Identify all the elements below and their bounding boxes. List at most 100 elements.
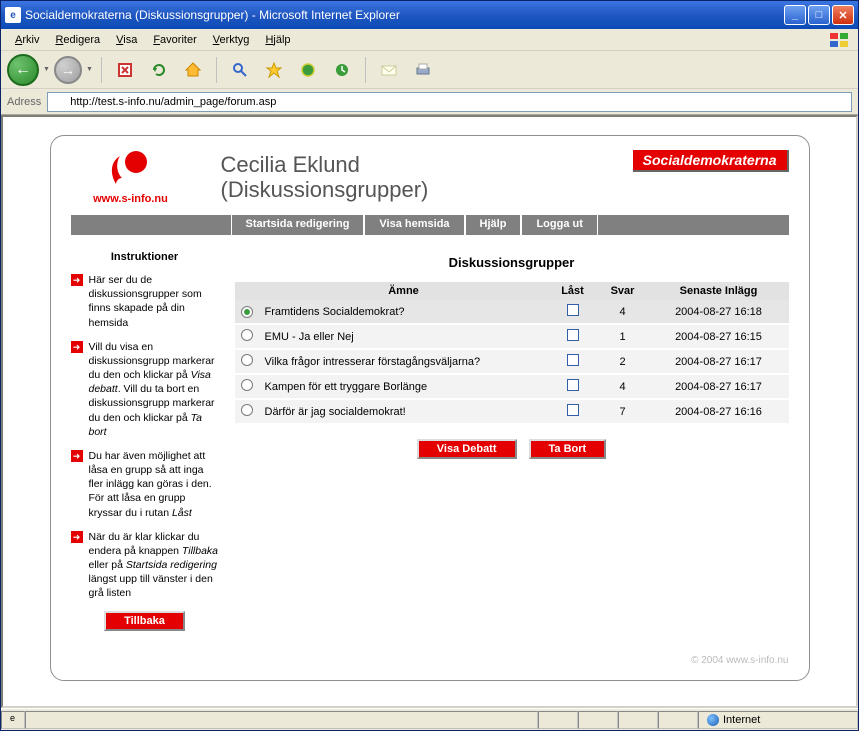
col-latest: Senaste Inlägg (649, 282, 789, 300)
row-locked-checkbox[interactable] (567, 404, 579, 416)
instruction-text: Du har även möjlighet att låsa en grupp … (89, 449, 219, 520)
zone-label: Internet (723, 714, 760, 726)
page-title-line1: Cecilia Eklund (221, 152, 429, 177)
favorites-button[interactable] (259, 55, 289, 85)
statusbar: e Internet (1, 708, 858, 730)
mail-button[interactable] (374, 55, 404, 85)
arrow-icon: ➜ (71, 450, 83, 462)
address-input[interactable] (47, 92, 852, 112)
delete-button[interactable]: Ta Bort (529, 439, 607, 459)
page-title: Cecilia Eklund (Diskussionsgrupper) (221, 152, 429, 203)
windows-flag-icon (828, 31, 852, 49)
row-topic[interactable]: EMU - Ja eller Nej (259, 324, 549, 349)
row-radio[interactable] (241, 354, 253, 366)
window-title: Socialdemokraterna (Diskussionsgrupper) … (25, 8, 784, 22)
search-button[interactable] (225, 55, 255, 85)
row-radio[interactable] (241, 379, 253, 391)
globe-icon (707, 714, 719, 726)
table-row: Vilka frågor intresserar förstagångsvälj… (235, 349, 789, 374)
instruction-text: Vill du visa en diskussionsgrupp markera… (89, 340, 219, 439)
row-latest: 2004-08-27 16:17 (649, 349, 789, 374)
forward-button[interactable]: → (54, 56, 82, 84)
page-card: Socialdemokraterna www.s-info.nu Cecilia… (50, 135, 810, 681)
nav-visa-hemsida[interactable]: Visa hemsida (364, 215, 464, 235)
col-locked: Låst (549, 282, 597, 300)
minimize-button[interactable]: _ (784, 5, 806, 25)
page-title-line2: (Diskussionsgrupper) (221, 177, 429, 202)
arrow-icon: ➜ (71, 531, 83, 543)
row-replies: 4 (597, 300, 649, 324)
back-button[interactable]: ← (7, 54, 39, 86)
forum-table: Ämne Låst Svar Senaste Inlägg Framtidens… (235, 282, 789, 425)
instruction-item: ➜ När du är klar klickar du endera på kna… (71, 530, 219, 601)
row-topic[interactable]: Kampen för ett tryggare Borlänge (259, 374, 549, 399)
separator (101, 57, 102, 83)
arrow-icon: ➜ (71, 341, 83, 353)
content-viewport: Socialdemokraterna www.s-info.nu Cecilia… (1, 115, 858, 708)
row-topic[interactable]: Därför är jag socialdemokrat! (259, 399, 549, 424)
site-url: www.s-info.nu (71, 193, 191, 205)
row-topic[interactable]: Framtidens Socialdemokrat? (259, 300, 549, 324)
row-latest: 2004-08-27 16:17 (649, 374, 789, 399)
menu-arkiv[interactable]: Arkiv (7, 32, 47, 48)
separator (216, 57, 217, 83)
forward-dropdown-icon[interactable]: ▼ (86, 66, 93, 73)
stop-button[interactable] (110, 55, 140, 85)
arrow-icon: ➜ (71, 274, 83, 286)
row-locked-checkbox[interactable] (567, 304, 579, 316)
table-row: Framtidens Socialdemokrat?42004-08-27 16… (235, 300, 789, 324)
table-row: Därför är jag socialdemokrat! 72004-08-27… (235, 399, 789, 424)
nav-logga-ut[interactable]: Logga ut (521, 215, 597, 235)
view-debate-button[interactable]: Visa Debatt (417, 439, 517, 459)
instruction-text: Här ser du de diskussionsgrupper som fin… (89, 273, 219, 330)
menubar: ArkivRedigeraVisaFavoriterVerktygHjälp (1, 29, 858, 51)
menu-verktyg[interactable]: Verktyg (205, 32, 258, 48)
nav-hjälp[interactable]: Hjälp (465, 215, 522, 235)
history-button[interactable] (327, 55, 357, 85)
ie-icon: e (5, 7, 21, 23)
main-panel: Diskussionsgrupper Ämne Låst Svar Senast… (231, 243, 789, 631)
page-footer: © 2004 www.s-info.nu (71, 655, 789, 666)
menu-hjälp[interactable]: Hjälp (257, 32, 298, 48)
row-replies: 7 (597, 399, 649, 424)
row-replies: 4 (597, 374, 649, 399)
rose-logo-icon (106, 148, 156, 192)
instruction-item: ➜ Här ser du de diskussionsgrupper som fi… (71, 273, 219, 330)
row-radio[interactable] (241, 329, 253, 341)
main-heading: Diskussionsgrupper (235, 255, 789, 270)
refresh-button[interactable] (144, 55, 174, 85)
table-row: EMU - Ja eller Nej12004-08-27 16:15 (235, 324, 789, 349)
table-row: Kampen för ett tryggare Borlänge 42004-08… (235, 374, 789, 399)
nav-startsida-redigering[interactable]: Startsida redigering (231, 215, 365, 235)
menu-favoriter[interactable]: Favoriter (145, 32, 204, 48)
print-button[interactable] (408, 55, 438, 85)
maximize-button[interactable]: □ (808, 5, 830, 25)
menu-visa[interactable]: Visa (108, 32, 145, 48)
row-radio[interactable] (241, 306, 253, 318)
col-replies: Svar (597, 282, 649, 300)
row-locked-checkbox[interactable] (567, 329, 579, 341)
titlebar: e Socialdemokraterna (Diskussionsgrupper… (1, 1, 858, 29)
close-button[interactable]: ✕ (832, 5, 854, 25)
media-button[interactable] (293, 55, 323, 85)
brand-badge: Socialdemokraterna (633, 150, 789, 172)
row-replies: 2 (597, 349, 649, 374)
row-latest: 2004-08-27 16:16 (649, 399, 789, 424)
menu-redigera[interactable]: Redigera (47, 32, 108, 48)
toolbar: ← ▼ → ▼ (1, 51, 858, 89)
address-bar: Adress (1, 89, 858, 115)
back-dropdown-icon[interactable]: ▼ (43, 66, 50, 73)
instructions-list: ➜ Här ser du de diskussionsgrupper som fi… (71, 273, 219, 601)
address-label: Adress (7, 96, 41, 108)
instruction-item: ➜ Vill du visa en diskussionsgrupp marker… (71, 340, 219, 439)
back-page-button[interactable]: Tillbaka (104, 611, 185, 631)
home-button[interactable] (178, 55, 208, 85)
row-replies: 1 (597, 324, 649, 349)
row-topic[interactable]: Vilka frågor intresserar förstagångsvälj… (259, 349, 549, 374)
instruction-item: ➜ Du har även möjlighet att låsa en grupp… (71, 449, 219, 520)
row-locked-checkbox[interactable] (567, 379, 579, 391)
status-message (25, 711, 538, 729)
row-locked-checkbox[interactable] (567, 354, 579, 366)
row-radio[interactable] (241, 404, 253, 416)
instruction-text: När du är klar klickar du endera på knap… (89, 530, 219, 601)
